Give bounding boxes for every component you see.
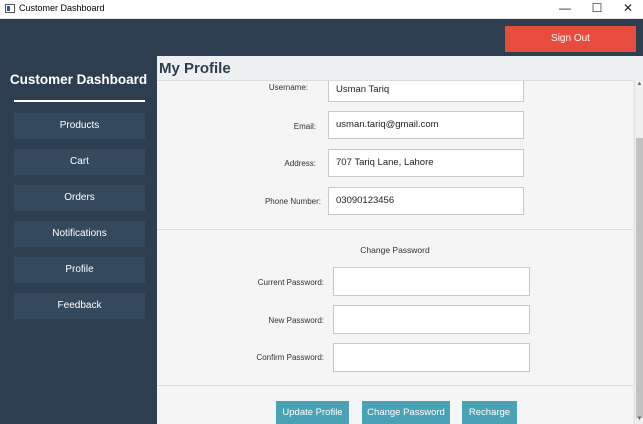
scroll-up-icon[interactable]: ▲: [635, 80, 643, 89]
window-titlebar: Customer Dashboard — ☐ ✕: [0, 0, 643, 19]
sidebar-title: Customer Dashboard: [9, 72, 148, 87]
sidebar-item-orders[interactable]: Orders: [14, 185, 145, 211]
scrollbar-thumb[interactable]: [636, 138, 643, 418]
close-icon[interactable]: ✕: [613, 0, 643, 18]
window-title: Customer Dashboard: [19, 3, 105, 13]
sidebar-item-feedback[interactable]: Feedback: [14, 293, 145, 319]
sidebar-item-profile[interactable]: Profile: [14, 257, 145, 283]
sidebar-divider: [14, 100, 145, 102]
confirm-password-label: Confirm Password:: [256, 353, 324, 362]
page-title: My Profile: [159, 60, 231, 77]
buttons-divider: [157, 385, 633, 386]
current-password-input[interactable]: [333, 267, 530, 296]
confirm-password-input[interactable]: [333, 343, 530, 372]
email-field[interactable]: usman.tariq@gmail.com: [328, 111, 524, 139]
main-content: My Profile Username: Usman Tariq Email: …: [157, 56, 643, 424]
sidebar-item-notifications[interactable]: Notifications: [14, 221, 145, 247]
phone-field[interactable]: 03090123456: [328, 187, 524, 215]
address-field[interactable]: 707 Tariq Lane, Lahore: [328, 149, 524, 177]
change-password-heading: Change Password: [360, 245, 430, 255]
phone-label: Phone Number:: [264, 197, 321, 206]
maximize-icon[interactable]: ☐: [582, 0, 612, 18]
app-window-icon: [5, 4, 15, 13]
sign-out-button[interactable]: Sign Out: [505, 26, 636, 52]
username-field[interactable]: Usman Tariq: [328, 81, 524, 102]
sidebar-item-products[interactable]: Products: [14, 113, 145, 139]
address-label: Address:: [284, 159, 316, 168]
profile-panel: Username: Usman Tariq Email: usman.tariq…: [157, 80, 633, 424]
sidebar-item-cart[interactable]: Cart: [14, 149, 145, 175]
new-password-label: New Password:: [268, 316, 324, 325]
scroll-down-icon[interactable]: ▼: [635, 415, 643, 424]
new-password-input[interactable]: [333, 305, 530, 334]
change-password-button[interactable]: Change Password: [362, 401, 450, 424]
minimize-icon[interactable]: —: [550, 0, 580, 18]
vertical-scrollbar[interactable]: ▲ ▼: [634, 80, 643, 424]
update-profile-button[interactable]: Update Profile: [276, 401, 349, 424]
current-password-label: Current Password:: [257, 278, 324, 287]
recharge-button[interactable]: Recharge: [462, 401, 517, 424]
sidebar: Customer Dashboard Products Cart Orders …: [0, 56, 157, 424]
username-label: Username:: [268, 83, 308, 92]
email-label: Email:: [293, 122, 316, 131]
section-divider: [157, 229, 633, 230]
